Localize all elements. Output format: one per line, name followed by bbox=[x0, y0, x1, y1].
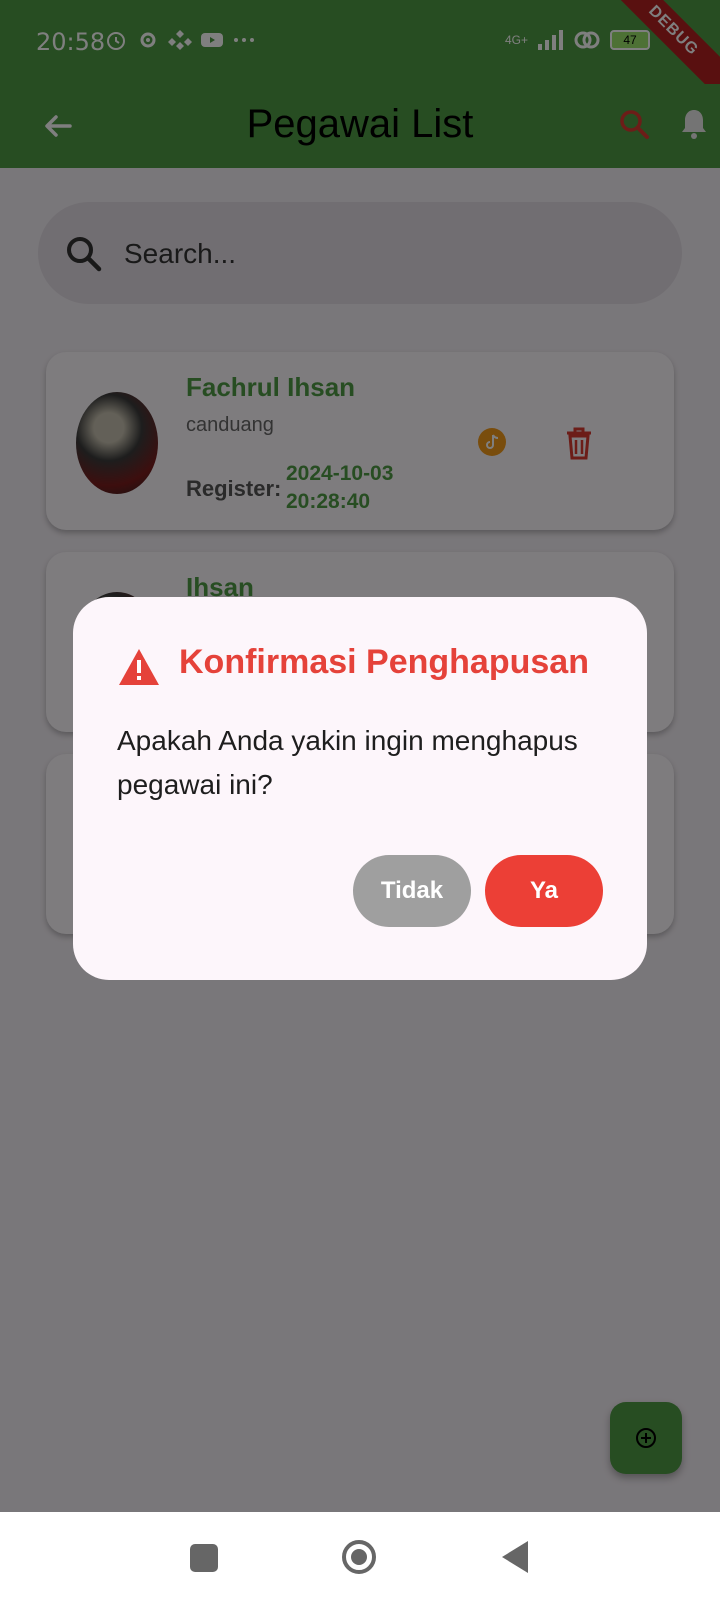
home-button[interactable] bbox=[341, 1539, 377, 1575]
dialog-title: Konfirmasi Penghapusan bbox=[179, 643, 589, 681]
back-button[interactable] bbox=[500, 1539, 530, 1575]
cancel-button[interactable]: Tidak bbox=[353, 855, 471, 927]
dialog-message: Apakah Anda yakin ingin menghapus pegawa… bbox=[117, 725, 578, 800]
warning-icon bbox=[119, 649, 159, 685]
recents-button[interactable] bbox=[190, 1544, 218, 1572]
delete-confirmation-dialog: Konfirmasi Penghapusan Apakah Anda yakin… bbox=[73, 597, 647, 980]
system-navigation-bar bbox=[0, 1512, 720, 1600]
confirm-delete-button[interactable]: Ya bbox=[485, 855, 603, 927]
